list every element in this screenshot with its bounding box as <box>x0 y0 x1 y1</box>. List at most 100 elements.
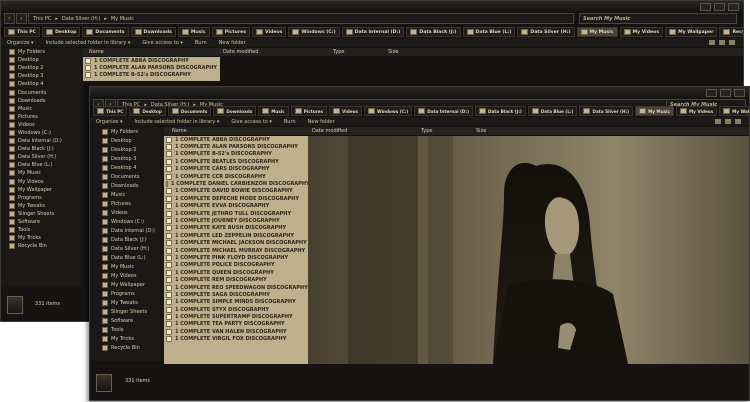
command-include-selected-folder-in-library[interactable]: Include selected folder in library ▾ <box>46 40 131 46</box>
close-button[interactable] <box>728 3 739 11</box>
command-give-access-to[interactable]: Give access to ▾ <box>142 40 182 46</box>
file-row[interactable]: 1 COMPLETE POLICE DISCOGRAPHY <box>164 262 308 269</box>
favorite-downloads[interactable]: Downloads <box>130 27 176 37</box>
file-row[interactable]: 1 COMPLETE B-52's DISCOGRAPHY <box>164 151 308 158</box>
file-row[interactable]: 1 COMPLETE MICHAEL MURRAY DISCOGRAPHY <box>164 247 308 254</box>
file-row[interactable]: 1 COMPLETE B-52's DISCOGRAPHY <box>83 72 220 79</box>
nav-item-data-silver-h[interactable]: Data Silver (H:) <box>9 153 83 161</box>
favorite-data-blue-l[interactable]: Data Blue (L:) <box>462 27 516 37</box>
file-row[interactable]: 1 COMPLETE PINK FLOYD DISCOGRAPHY <box>164 254 308 261</box>
file-row[interactable]: 1 COMPLETE MICHAEL JACKSON DISCOGRAPHY <box>164 239 308 247</box>
column-header[interactable]: Name Date modified Type Size <box>164 127 749 135</box>
favorite-pictures[interactable]: Pictures <box>211 27 250 37</box>
favorite-windows-c[interactable]: Windows (C:) <box>363 106 413 116</box>
file-row[interactable]: 1 COMPLETE REO SPEEDWAGON DISCOGRAPHY <box>164 284 308 291</box>
favorite-windows-c[interactable]: Windows (C:) <box>288 27 340 37</box>
favorite-data-blue-l[interactable]: Data Blue (L:) <box>527 106 578 116</box>
explorer-window-front[interactable]: ‹ › This PC ▸ Data Silver (H:) ▸ My Music … <box>89 86 750 401</box>
favorite-desktop[interactable]: Desktop <box>42 27 81 37</box>
favorite-documents[interactable]: Documents <box>82 27 129 37</box>
favorite-recycle-bin[interactable]: Recycle Bin <box>719 27 743 37</box>
favorite-downloads[interactable]: Downloads <box>213 106 257 116</box>
command-organize[interactable]: Organize ▾ <box>96 119 123 125</box>
type-column-header[interactable]: Type <box>421 128 432 134</box>
name-column-header[interactable]: Name <box>172 128 187 134</box>
favorite-my-wallpaper[interactable]: My Wallpaper <box>665 27 718 37</box>
nav-item-my-folders[interactable]: My Folders <box>9 48 83 56</box>
search-input[interactable]: Search My Music <box>579 13 737 24</box>
minimize-button[interactable] <box>706 89 717 97</box>
favorite-music[interactable]: Music <box>258 106 289 116</box>
breadcrumb-item[interactable]: Data Silver (H:) <box>62 16 101 22</box>
date-column-header[interactable]: Date modified <box>312 128 347 134</box>
nav-item-music[interactable]: Music <box>9 105 83 113</box>
title-bar[interactable] <box>90 87 749 98</box>
file-row[interactable]: 1 COMPLETE ALAN PARSONS DISCOGRAPHY <box>164 143 308 151</box>
file-row[interactable]: 1 COMPLETE LED ZEPPELIN DISCOGRAPHY <box>164 232 308 239</box>
address-bar[interactable]: ‹ › This PC ▸ Data Silver (H:) ▸ My Music <box>4 13 574 24</box>
minimize-button[interactable] <box>700 3 711 11</box>
command-organize[interactable]: Organize ▾ <box>7 40 34 46</box>
nav-item-data-black-j[interactable]: Data Black (J:) <box>9 145 83 153</box>
file-row[interactable]: 1 COMPLETE ABBA DISCOGRAPHY <box>83 57 220 64</box>
favorite-data-black-j[interactable]: Data Black (J:) <box>406 27 461 37</box>
file-row[interactable]: 1 COMPLETE CARS DISCOGRAPHY <box>164 166 308 173</box>
nav-item-slinger-sheets[interactable]: Slinger Sheets <box>9 210 83 218</box>
maximize-button[interactable] <box>714 3 725 11</box>
command-burn[interactable]: Burn <box>284 119 296 125</box>
breadcrumb[interactable]: This PC ▸ Data Silver (H:) ▸ My Music <box>28 13 574 24</box>
file-row[interactable]: 1 COMPLETE ALAN PARSONS DISCOGRAPHY <box>83 64 220 72</box>
file-row[interactable]: 1 COMPLETE ABBA DISCOGRAPHY <box>164 136 308 143</box>
file-row[interactable]: 1 COMPLETE STYX DISCOGRAPHY <box>164 306 308 313</box>
favorite-my-music[interactable]: My Music <box>635 106 674 116</box>
date-column-header[interactable]: Date modified <box>223 49 258 55</box>
preview-pane-icon[interactable] <box>725 119 731 124</box>
help-icon[interactable] <box>735 119 741 124</box>
file-row[interactable]: 1 COMPLETE TEA PARTY DISCOGRAPHY <box>164 321 308 328</box>
command-burn[interactable]: Burn <box>195 40 207 46</box>
favorite-music[interactable]: Music <box>177 27 210 37</box>
file-row[interactable]: 1 COMPLETE BEATLES DISCOGRAPHY <box>164 158 308 165</box>
nav-item-pictures[interactable]: Pictures <box>9 113 83 121</box>
file-row[interactable]: 1 COMPLETE SAGA DISCOGRAPHY <box>164 291 308 298</box>
file-row[interactable]: 1 COMPLETE SIMPLE MINDS DISCOGRAPHY <box>164 299 308 306</box>
favorite-data-internal-d[interactable]: Data Internal (D:) <box>414 106 473 116</box>
favorite-data-silver-h[interactable]: Data Silver (H:) <box>517 27 575 37</box>
file-row[interactable]: 1 COMPLETE DANIEL CARBIENZON DISCOGRAPHY <box>164 180 308 188</box>
favorite-data-black-j[interactable]: Data Black (J:) <box>474 106 526 116</box>
column-header[interactable]: Name Date modified Type Size <box>83 48 743 56</box>
nav-item-desktop-3[interactable]: Desktop 3 <box>9 72 83 80</box>
nav-item-my-tweaks[interactable]: My Tweaks <box>9 202 83 210</box>
nav-item-windows-c[interactable]: Windows (C:) <box>9 129 83 137</box>
nav-item-tools[interactable]: Tools <box>9 226 83 234</box>
nav-item-downloads[interactable]: Downloads <box>9 97 83 105</box>
nav-item-my-tricks[interactable]: My Tricks <box>9 234 83 242</box>
view-options-icon[interactable] <box>715 119 721 124</box>
nav-item-data-internal-d[interactable]: Data Internal (D:) <box>9 137 83 145</box>
breadcrumb-item[interactable]: My Music <box>111 16 134 22</box>
navigation-pane[interactable]: My Folders Desktop Desktop 2 Desktop 3 Deskt… <box>90 127 174 361</box>
type-column-header[interactable]: Type <box>333 49 344 55</box>
back-arrow-icon[interactable]: ‹ <box>4 13 15 24</box>
file-row[interactable]: 1 COMPLETE VIRGIL FOX DISCOGRAPHY <box>164 336 308 343</box>
nav-item-data-blue-l[interactable]: Data Blue (L:) <box>9 161 83 169</box>
favorite-videos[interactable]: Videos <box>329 106 362 116</box>
favorite-my-wallpaper[interactable]: My Wallpaper <box>719 106 749 116</box>
maximize-button[interactable] <box>720 89 731 97</box>
nav-item-desktop-2[interactable]: Desktop 2 <box>9 64 83 72</box>
file-row[interactable]: 1 COMPLETE SUPERTRAMP DISCOGRAPHY <box>164 313 308 321</box>
breadcrumb-item[interactable]: This PC <box>33 16 51 22</box>
favorite-data-internal-d[interactable]: Data Internal (D:) <box>341 27 405 37</box>
nav-item-desktop[interactable]: Desktop <box>9 56 83 64</box>
file-row[interactable]: 1 COMPLETE EVVA DISCOGRAPHY <box>164 203 308 210</box>
file-row[interactable]: 1 COMPLETE JETHRO TULL DISCOGRAPHY <box>164 210 308 217</box>
favorite-desktop[interactable]: Desktop <box>129 106 166 116</box>
title-bar[interactable] <box>1 1 743 12</box>
nav-item-software[interactable]: Software <box>9 218 83 226</box>
favorite-this-pc[interactable]: This PC <box>4 27 41 37</box>
favorite-my-videos[interactable]: My Videos <box>619 27 664 37</box>
nav-item-recycle-bin[interactable]: Recycle Bin <box>9 242 83 250</box>
nav-item-desktop-4[interactable]: Desktop 4 <box>9 80 83 88</box>
command-new-folder[interactable]: New folder <box>308 119 335 125</box>
file-row[interactable]: 1 COMPLETE CCR DISCOGRAPHY <box>164 173 308 180</box>
